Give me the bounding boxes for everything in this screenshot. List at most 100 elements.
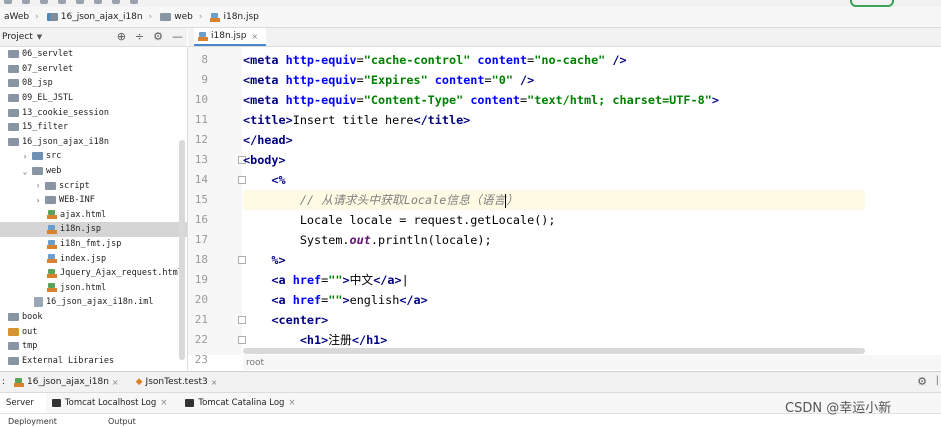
tree-item-label: out — [22, 326, 38, 337]
tree-item[interactable]: 09_EL_JSTL — [0, 91, 187, 106]
chevron-down-icon[interactable]: ⌄ — [21, 167, 29, 176]
code-token: </title> — [413, 113, 471, 127]
code-token: "Content-Type" — [363, 93, 464, 107]
code-line[interactable]: Locale locale = request.getLocale(); — [243, 210, 556, 230]
tree-item[interactable]: 15_filter — [0, 120, 187, 135]
code-line[interactable]: <a href="">english</a> — [243, 290, 427, 310]
back-icon[interactable] — [4, 0, 12, 4]
tree-item[interactable]: Jquery_Ajax_request.html — [0, 266, 187, 281]
code-editor[interactable]: <meta http-equiv="cache-control" content… — [243, 47, 941, 367]
tree-item[interactable]: json.html — [0, 281, 187, 296]
code-line[interactable]: <meta http-equiv="Content-Type" content=… — [243, 90, 719, 110]
tree-item-label: 15_filter — [22, 122, 69, 133]
debug-icon[interactable] — [94, 0, 102, 4]
project-panel-tools: ⊕ ÷ ⚙ — — [117, 30, 183, 43]
code-line[interactable]: <h1>注册</h1> — [243, 330, 388, 350]
breadcrumb-item-file[interactable]: i18n.jsp — [206, 12, 262, 22]
code-token: <h1> — [299, 333, 329, 347]
build-icon[interactable] — [58, 0, 66, 4]
tree-item-label: 08_jsp — [22, 78, 53, 89]
code-line[interactable]: <a href="">中文</a>| — [243, 270, 408, 290]
stop-icon[interactable] — [112, 0, 120, 4]
code-token: /> — [605, 53, 627, 67]
code-line[interactable]: <body> — [243, 150, 286, 170]
run-config-label[interactable]: 16_json_ajax_i18n — [27, 377, 109, 387]
tree-item[interactable]: 13_cookie_session — [0, 105, 187, 120]
gear-icon[interactable]: ⚙ — [153, 30, 163, 43]
code-line[interactable]: </head> — [243, 130, 293, 150]
code-line[interactable]: %> — [243, 250, 285, 270]
line-number: 13 — [194, 153, 208, 166]
jsp-file-icon — [47, 239, 57, 249]
breadcrumb-item-root[interactable]: aWeb › — [0, 12, 43, 22]
close-icon[interactable]: × — [112, 378, 119, 387]
tab-server[interactable]: Server — [0, 393, 46, 413]
breadcrumb-item-module[interactable]: 16_json_ajax_i18n › — [43, 12, 156, 22]
tree-item[interactable]: 16_json_ajax_i18n — [0, 135, 187, 150]
run-config-icon[interactable] — [40, 0, 48, 4]
tree-item-label: web — [46, 166, 62, 177]
code-line[interactable]: <meta http-equiv="cache-control" content… — [243, 50, 627, 70]
code-line[interactable]: System.out.println(locale); — [243, 230, 492, 250]
update-indicator-icon[interactable] — [850, 0, 894, 7]
breadcrumb-item-web[interactable]: web › — [156, 12, 206, 22]
editor-horizontal-scrollbar[interactable] — [243, 348, 865, 354]
code-line[interactable]: <title>Insert title here</title> — [243, 110, 470, 130]
tab-i18n-jsp[interactable]: i18n.jsp × — [194, 28, 266, 46]
minimize-icon[interactable]: | — [936, 375, 939, 386]
forward-icon[interactable] — [22, 0, 30, 4]
tab-tomcat-localhost-log[interactable]: Tomcat Localhost Log × — [46, 393, 180, 413]
chevron-right-icon[interactable]: › — [21, 152, 29, 161]
services-tab-prefix: : — [2, 377, 6, 387]
close-icon[interactable]: × — [211, 378, 218, 387]
tree-item[interactable]: ⌄ web — [0, 164, 187, 179]
chevron-down-icon[interactable]: ▼ — [37, 33, 42, 41]
gear-icon[interactable]: ⚙ — [917, 375, 927, 388]
project-panel-title[interactable]: Project — [0, 32, 33, 42]
editor-path-root[interactable]: root — [246, 358, 264, 368]
tree-item[interactable]: › WEB-INF — [0, 193, 187, 208]
tree-item[interactable]: 16_json_ajax_i18n.iml — [0, 295, 187, 310]
close-icon[interactable]: × — [251, 32, 258, 41]
tree-item[interactable]: index.jsp — [0, 251, 187, 266]
tree-item-label: 16_json_ajax_i18n.iml — [46, 297, 154, 308]
line-number: 22 — [194, 333, 208, 346]
tree-item[interactable]: External Libraries — [0, 353, 187, 368]
code-token: "0" — [491, 73, 513, 87]
tree-item[interactable]: i18n.jsp — [0, 222, 187, 237]
locate-icon[interactable]: ⊕ — [117, 30, 126, 43]
toolbar-icons[interactable] — [0, 0, 138, 4]
tree-item[interactable]: › src — [0, 149, 187, 164]
collapse-all-icon[interactable]: ÷ — [135, 30, 144, 43]
chevron-right-icon[interactable]: › — [34, 181, 42, 190]
run-icon[interactable] — [76, 0, 84, 4]
tree-item[interactable]: tmp — [0, 339, 187, 354]
tree-item-label: src — [46, 151, 62, 162]
code-line[interactable]: <center> — [243, 310, 328, 330]
code-token: > — [711, 93, 719, 107]
tree-item[interactable]: 08_jsp — [0, 76, 187, 91]
editor-gutter: 8 9 10 11 12 13 14 15 16 17 18 19 20 21 22 23 — [188, 47, 258, 366]
project-tree-scrollbar[interactable] — [179, 140, 185, 360]
search-icon[interactable] — [130, 0, 138, 4]
code-token: content — [434, 73, 485, 87]
close-icon[interactable]: × — [160, 398, 167, 408]
tree-item[interactable]: › script — [0, 178, 187, 193]
tree-item[interactable]: 07_servlet — [0, 62, 187, 77]
tree-item[interactable]: ajax.html — [0, 208, 187, 223]
code-line[interactable]: <meta http-equiv="Expires" content="0" /… — [243, 70, 534, 90]
tree-item[interactable]: book — [0, 310, 187, 325]
minimize-icon[interactable]: — — [172, 30, 183, 43]
test-config-label[interactable]: JsonTest.test3 — [146, 377, 208, 387]
close-icon[interactable]: × — [288, 398, 295, 408]
tree-item[interactable]: 06_servlet — [0, 47, 187, 62]
tab-tomcat-catalina-log[interactable]: Tomcat Catalina Log × — [179, 393, 307, 413]
tree-item[interactable]: i18n_fmt.jsp — [0, 237, 187, 252]
chevron-right-icon[interactable]: › — [34, 196, 42, 205]
tree-item[interactable]: out — [0, 324, 187, 339]
code-line[interactable]: // 从请求头中获取Locale信息（语言） — [243, 190, 865, 210]
module-folder-icon — [8, 137, 19, 146]
code-line[interactable]: <% — [243, 170, 285, 190]
